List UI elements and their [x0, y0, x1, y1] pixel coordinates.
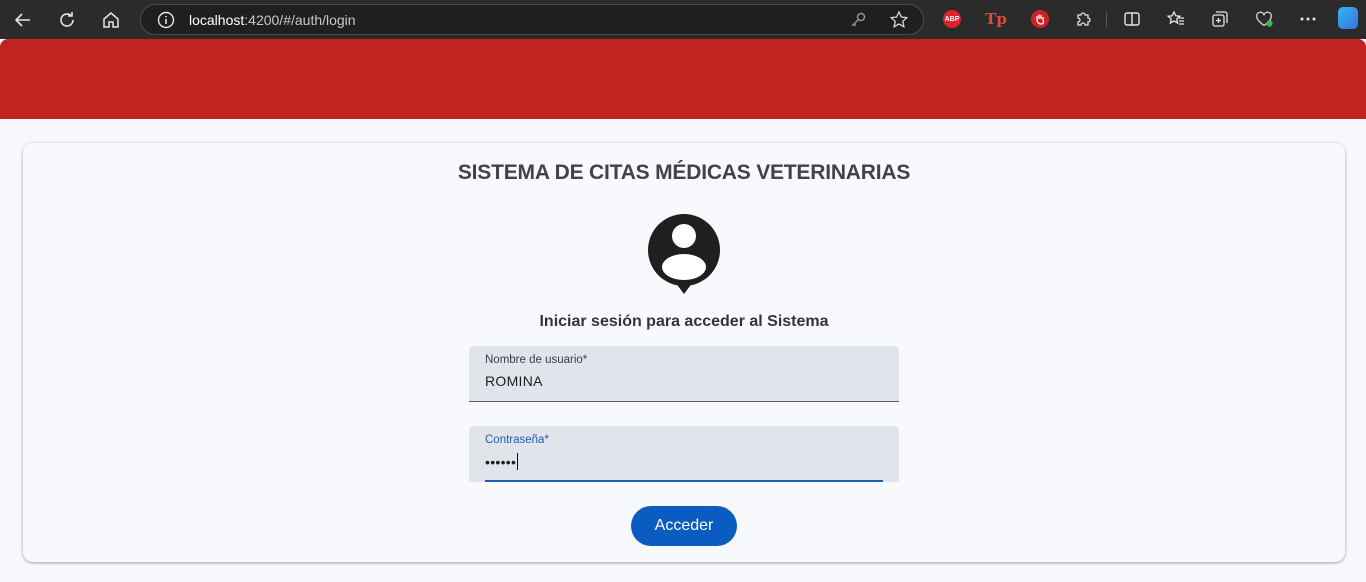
key-icon[interactable]	[849, 11, 867, 34]
username-label: Nombre de usuario*	[485, 354, 588, 366]
toolbar-divider	[1106, 11, 1107, 28]
back-icon[interactable]	[10, 7, 36, 33]
abp-badge: ABP	[943, 10, 961, 28]
extensions-puzzle-icon[interactable]	[1074, 9, 1094, 29]
split-screen-icon[interactable]	[1122, 9, 1142, 29]
collections-icon[interactable]	[1210, 9, 1230, 29]
more-menu-icon[interactable]	[1298, 9, 1318, 29]
stop-hand-extension-icon[interactable]	[1030, 9, 1050, 29]
url-host: localhost	[189, 12, 245, 28]
password-input[interactable]: ••••••	[485, 453, 519, 470]
login-card: SISTEMA DE CITAS MÉDICAS VETERINARIAS In…	[23, 143, 1345, 562]
tp-badge: Tp	[985, 10, 1007, 28]
reload-icon[interactable]	[54, 7, 80, 33]
address-bar[interactable]: localhost:4200/#/auth/login	[140, 4, 924, 35]
submit-button[interactable]: Acceder	[631, 506, 737, 546]
site-info-icon[interactable]	[157, 11, 175, 34]
username-input[interactable]: ROMINA	[485, 373, 543, 389]
page-title: SISTEMA DE CITAS MÉDICAS VETERINARIAS	[457, 161, 911, 184]
text-caret	[517, 453, 519, 470]
user-avatar-icon	[647, 214, 721, 301]
copilot-icon[interactable]	[1338, 7, 1358, 29]
password-label: Contraseña*	[485, 434, 549, 446]
favorites-icon[interactable]	[1166, 9, 1186, 29]
login-subtitle: Iniciar sesión para acceder al Sistema	[539, 313, 829, 330]
username-field[interactable]: Nombre de usuario* ROMINA	[469, 346, 899, 402]
password-field[interactable]: Contraseña* ••••••	[469, 426, 899, 482]
tp-extension-icon[interactable]: Tp	[985, 9, 1007, 29]
url-path: :4200/#/auth/login	[244, 12, 356, 28]
password-dots: ••••••	[485, 454, 517, 470]
app-header	[0, 39, 1366, 119]
home-icon[interactable]	[98, 7, 124, 33]
adblock-extension-icon[interactable]: ABP	[942, 9, 962, 29]
browser-essentials-icon[interactable]	[1254, 9, 1274, 29]
password-focus-underline	[485, 480, 883, 482]
browser-toolbar: localhost:4200/#/auth/login ABP Tp	[0, 0, 1366, 39]
favorite-star-icon[interactable]	[889, 10, 909, 35]
url-text: localhost:4200/#/auth/login	[189, 12, 356, 28]
